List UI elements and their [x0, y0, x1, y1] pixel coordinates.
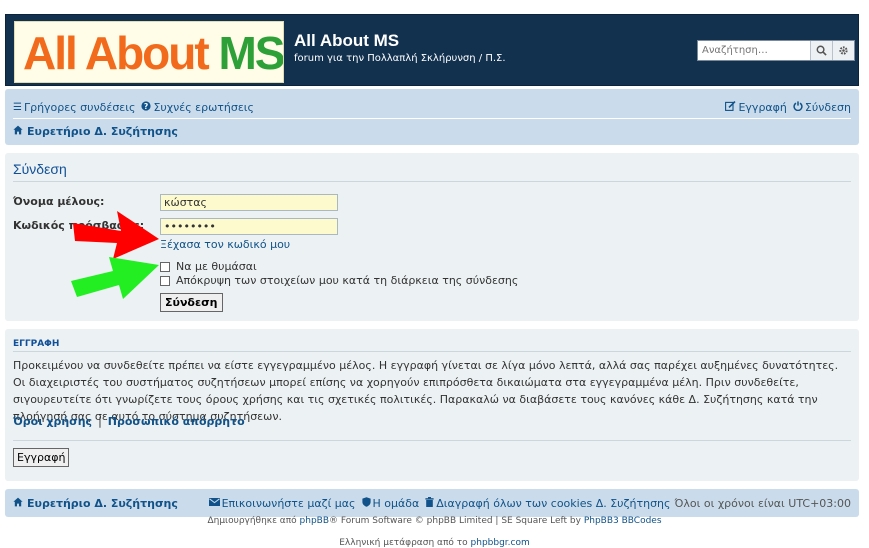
remember-me-row: Να με θυμάσαι: [160, 260, 257, 273]
footer-nav: Ευρετήριο Δ. Συζήτησης Επικοινωνήστε μαζ…: [5, 489, 859, 517]
timezone-text: Όλοι οι χρόνοι είναι UTC+03:00: [674, 497, 851, 510]
search-button[interactable]: [810, 41, 832, 60]
forgot-password-link[interactable]: Ξέχασα τον κωδικό μου: [160, 238, 290, 251]
team-link[interactable]: Η ομάδα: [361, 497, 420, 510]
links-separator: |: [98, 415, 102, 428]
hide-online-row: Απόκρυψη των στοιχείων μου κατά τη διάρκ…: [160, 274, 518, 287]
privacy-link[interactable]: Προσωπικό απόρρητο: [108, 415, 245, 428]
username-label: Όνομα μέλους:: [13, 195, 105, 208]
powered-suffix: ® Forum Software © phpBB Limited | SE Sq…: [329, 516, 584, 526]
contact-link[interactable]: Επικοινωνήστε μαζί μας: [208, 497, 356, 510]
search-input[interactable]: [698, 41, 810, 60]
register-links: Όροι χρήσης | Προσωπικό απόρρητο: [13, 415, 245, 428]
quick-links-label: Γρήγορες συνδέσεις: [23, 100, 136, 114]
footer-links: Επικοινωνήστε μαζί μας Η ομάδα Διαγραφή …: [203, 497, 851, 510]
register-divider: [13, 351, 851, 352]
site-title[interactable]: All About MS: [294, 31, 399, 51]
bbcodes-link[interactable]: PhpBB3 BBCodes: [584, 516, 662, 526]
footer-breadcrumb[interactable]: Ευρετήριο Δ. Συζήτησης: [13, 497, 178, 510]
home-icon: [13, 497, 23, 510]
home-icon: [13, 125, 23, 138]
register-panel: ΕΓΓΡΑΦΗ Προκειμένου να συνδεθείτε πρέπει…: [5, 329, 859, 481]
hide-online-checkbox[interactable]: [160, 275, 170, 286]
login-submit-button[interactable]: Σύνδεση: [160, 293, 223, 312]
footer-breadcrumb-index: Ευρετήριο Δ. Συζήτησης: [27, 497, 178, 510]
breadcrumb-index: Ευρετήριο Δ. Συζήτησης: [27, 125, 178, 138]
envelope-icon: [208, 498, 220, 509]
site-description: forum για την Πολλαπλή Σκλήρυνση / Π.Σ.: [294, 53, 506, 64]
breadcrumb[interactable]: Ευρετήριο Δ. Συζήτησης: [13, 125, 178, 138]
credits-line: Δημιουργήθηκε από phpBB® Forum Software …: [0, 516, 869, 526]
remember-me-checkbox[interactable]: [160, 261, 170, 272]
phpbb-link[interactable]: phpBB: [300, 516, 329, 526]
translation-prefix: Ελληνική μετάφραση από το: [339, 538, 471, 548]
nav-divider: [13, 118, 851, 119]
register-divider-bottom: [13, 440, 851, 441]
team-label: Η ομάδα: [372, 497, 420, 510]
site-header: All About MS All About MS forum για την …: [5, 14, 859, 86]
question-circle-icon: ?: [141, 100, 152, 114]
power-icon: [793, 100, 803, 114]
translation-line: Ελληνική μετάφραση από το phpbbgr.com: [0, 538, 869, 548]
logo-text-part1: All About: [23, 27, 219, 79]
faq-link[interactable]: ? Συχνές ερωτήσεις: [141, 101, 254, 114]
logo-text-part2: MS: [218, 27, 284, 79]
faq-label: Συχνές ερωτήσεις: [153, 100, 254, 114]
quick-links-menu[interactable]: ☰ Γρήγορες συνδέσεις: [13, 101, 135, 114]
register-label: Εγγραφή: [738, 100, 787, 114]
advanced-search-button[interactable]: [832, 41, 854, 60]
delete-cookies-link[interactable]: Διαγραφή όλων των cookies Δ. Συζήτησης: [425, 497, 670, 510]
register-button[interactable]: Εγγραφή: [13, 448, 70, 467]
terms-link[interactable]: Όροι χρήσης: [13, 415, 92, 428]
login-panel: Σύνδεση Όνομα μέλους: Κωδικός πρόσβασης:…: [5, 153, 859, 321]
contact-label: Επικοινωνήστε μαζί μας: [221, 497, 356, 510]
register-heading: ΕΓΓΡΑΦΗ: [13, 339, 60, 349]
edit-icon: [725, 100, 737, 114]
login-title: Σύνδεση: [13, 161, 67, 177]
login-title-divider: [13, 181, 851, 182]
username-input[interactable]: [160, 194, 338, 211]
translation-link[interactable]: phpbbgr.com: [471, 538, 530, 548]
remember-me-label: Να με θυμάσαι: [176, 260, 257, 273]
menu-bars-icon: ☰: [13, 101, 22, 113]
login-label: Σύνδεση: [804, 100, 851, 114]
search-icon: [816, 45, 827, 56]
green-arrow-annotation: [71, 257, 159, 299]
hide-online-label: Απόκρυψη των στοιχείων μου κατά τη διάρκ…: [176, 274, 519, 287]
search-box: [697, 40, 855, 61]
delete-cookies-label: Διαγραφή όλων των cookies Δ. Συζήτησης: [436, 497, 671, 510]
password-input[interactable]: [160, 218, 338, 235]
shield-icon: [361, 497, 371, 510]
site-logo[interactable]: All About MS: [14, 21, 284, 83]
powered-prefix: Δημιουργήθηκε από: [207, 516, 300, 526]
page-wrap: All About MS All About MS forum για την …: [5, 14, 859, 517]
svg-text:?: ?: [144, 102, 148, 111]
trash-icon: [425, 497, 434, 510]
nav-panel: ☰ Γρήγορες συνδέσεις ? Συχνές ερωτήσεις …: [5, 89, 859, 145]
gear-icon: [839, 46, 848, 55]
login-link[interactable]: Σύνδεση: [793, 101, 851, 114]
register-link[interactable]: Εγγραφή: [725, 100, 787, 114]
